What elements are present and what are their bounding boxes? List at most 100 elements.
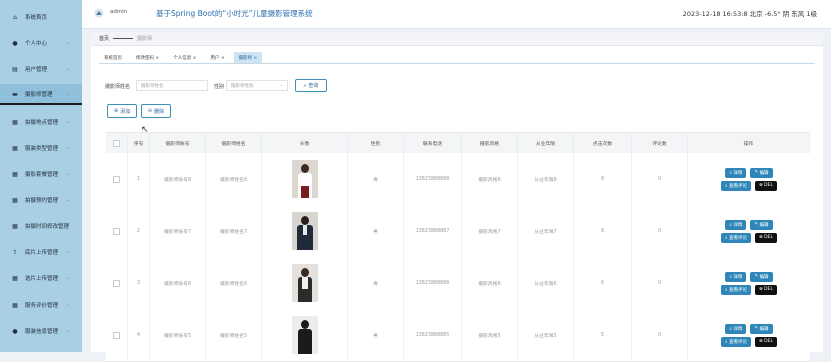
admin-name[interactable]: admin — [110, 9, 127, 15]
cell-phone: 13823888885 — [404, 309, 462, 361]
edit-button[interactable]: ✎ 编辑 — [750, 167, 773, 178]
system-title: 基于Spring Boot的“小时光”儿童摄影管理系统 — [156, 9, 313, 18]
sidebar-item-costume-types[interactable]: ▦ 服装类型管理 ⌄ — [0, 138, 82, 158]
cell-name: 摄影师姓名5 — [206, 309, 262, 361]
chevron-down-icon: ⌄ — [65, 171, 70, 177]
checkbox[interactable] — [113, 331, 120, 339]
table-row: 2 摄影师账号7 摄影师姓名7 男 13823888887 摄影风格7 从业年限… — [106, 205, 810, 258]
photographer-avatar[interactable] — [291, 264, 318, 302]
edit-button[interactable]: ✎ 编辑 — [750, 271, 773, 282]
edit-button[interactable]: ✎ 编辑 — [750, 219, 773, 230]
checkbox[interactable] — [113, 140, 120, 147]
cell-gender: 男 — [348, 309, 404, 361]
row-actions: ⌕ 详情 ✎ 编辑 ⌕ 查看评论 ⊗ DEL — [721, 271, 777, 295]
sidebar-item-label: 个人中心 — [25, 41, 48, 47]
checkbox[interactable] — [113, 279, 120, 287]
checkbox[interactable] — [113, 227, 120, 235]
sidebar-item-label: 摄影师管理 — [25, 92, 53, 98]
del-button[interactable]: ⊗ DEL — [754, 336, 777, 347]
delete-button-label: 删除 — [154, 108, 165, 115]
column-header: 头像 — [262, 133, 348, 154]
sidebar-item-reviews[interactable]: ▦ 服务评价管理 ⌄ — [0, 295, 82, 315]
edit-label: 编辑 — [759, 326, 769, 332]
detail-label: 详情 — [733, 170, 743, 176]
breadcrumb-home[interactable]: 首页 — [99, 35, 109, 42]
add-button[interactable]: ⊕ 添加 — [107, 104, 137, 118]
edit-label: 编辑 — [759, 222, 769, 228]
sidebar-item-packages[interactable]: ▦ 摄影套餐管理 ⌄ — [0, 164, 82, 184]
cell-name: 摄影师姓名8 — [206, 153, 262, 205]
cell-years: 从业年限5 — [518, 309, 574, 361]
del-button[interactable]: ⊗ DEL — [754, 232, 777, 243]
sidebar-item-time-changes[interactable]: ▦ 拍摄时间修改管理 — [0, 216, 82, 236]
sidebar-item-costume-info[interactable]: ● 服装信息管理 ⌄ — [0, 321, 82, 341]
view-reviews-button[interactable]: ⌕ 查看评论 — [721, 180, 751, 191]
cell-avatar — [262, 257, 348, 309]
name-search-input[interactable]: 摄影师姓名 — [136, 80, 208, 91]
view-reviews-button[interactable]: ⌕ 查看评论 — [721, 284, 751, 295]
sidebar-item-photographers[interactable]: ▬ 摄影师管理 ⌄ — [0, 84, 82, 104]
breadcrumb-current: 摄影师 — [137, 36, 153, 42]
detail-button[interactable]: ⌕ 详情 — [725, 323, 747, 334]
cell-index: 3 — [128, 257, 150, 309]
sidebar-item-home[interactable]: ⌂ 系统首页 — [0, 7, 82, 27]
cell-years: 从业年限8 — [518, 153, 574, 205]
photographer-avatar[interactable] — [291, 212, 318, 250]
tab-profile[interactable]: 个人信息 × — [168, 52, 201, 63]
column-header: 序号 — [128, 133, 150, 154]
chevron-down-icon: ⌄ — [65, 197, 70, 203]
del-button[interactable]: ⊗ DEL — [754, 180, 777, 191]
view-reviews-button[interactable]: ⌕ 查看评论 — [721, 336, 751, 347]
cell-account: 摄影师账号5 — [150, 309, 206, 361]
cell-years: 从业年限6 — [518, 257, 574, 309]
del-label: DEL — [764, 235, 773, 240]
query-button[interactable]: ⌕ 查询 — [295, 79, 327, 92]
sidebar-item-selections[interactable]: ▦ 选片上传管理 ⌄ — [0, 268, 82, 288]
checkbox[interactable] — [113, 175, 120, 183]
gender-select[interactable]: 摄影师性别 ⌄ — [226, 80, 288, 91]
tab-bar: 系统首页 修改密码 × 个人信息 × 用户 × 摄影师 × — [99, 52, 266, 63]
cell-clicks: 6 — [574, 257, 632, 309]
sidebar-item-label: 选片上传管理 — [25, 276, 59, 282]
chevron-down-icon: ⌄ — [65, 91, 70, 97]
table-row: 3 摄影师账号6 摄影师姓名6 男 13823888886 摄影风格6 从业年限… — [106, 257, 810, 310]
row-actions: ⌕ 详情 ✎ 编辑 ⌕ 查看评论 ⊗ DEL — [721, 167, 777, 191]
table-header: 序号 摄影师账号 摄影师姓名 头像 性别 联系电话 摄影风格 从业年限 点击次数… — [106, 132, 810, 155]
chevron-down-icon: ⌄ — [65, 328, 70, 334]
cell-years: 从业年限7 — [518, 205, 574, 257]
cell-gender: 男 — [348, 257, 404, 309]
cell-clicks: 5 — [574, 309, 632, 361]
tab-divider — [99, 63, 815, 64]
tab-users[interactable]: 用户 × — [205, 52, 229, 63]
cell-avatar — [262, 309, 348, 361]
chevron-down-icon: ⌄ — [65, 145, 70, 151]
detail-button[interactable]: ⌕ 详情 — [725, 219, 747, 230]
sidebar-item-users[interactable]: ▤ 用户管理 ⌄ — [0, 59, 82, 79]
edit-button[interactable]: ✎ 编辑 — [750, 323, 773, 334]
tab-change-password[interactable]: 修改密码 × — [131, 52, 164, 63]
chevron-down-icon: ⌄ — [65, 40, 70, 46]
sidebar-item-locations[interactable]: ▦ 拍摄地点管理 ⌄ — [0, 112, 82, 132]
column-header: 从业年限 — [518, 133, 574, 154]
delete-button[interactable]: ⊖ 删除 — [141, 104, 171, 118]
detail-button[interactable]: ⌕ 详情 — [725, 167, 747, 178]
view-reviews-button[interactable]: ⌕ 查看评论 — [721, 232, 751, 243]
cell-account: 摄影师账号8 — [150, 153, 206, 205]
sidebar-item-bookings[interactable]: ▦ 拍摄预约管理 ⌄ — [0, 190, 82, 210]
gender-label: 性别 — [214, 84, 225, 90]
tab-home[interactable]: 系统首页 — [99, 52, 127, 63]
row-select-cell — [106, 153, 128, 205]
sidebar-item-profile[interactable]: ● 个人中心 ⌄ — [0, 33, 82, 53]
detail-button[interactable]: ⌕ 详情 — [725, 271, 747, 282]
del-button[interactable]: ⊗ DEL — [754, 284, 777, 295]
column-header: 操作 — [688, 133, 810, 154]
sidebar-item-negatives[interactable]: ⇪ 底片上传管理 ⌄ — [0, 242, 82, 262]
photographer-avatar[interactable] — [291, 316, 318, 354]
main-content: 首页 摄影师 系统首页 修改密码 × 个人信息 × 用户 × 摄影师 × 摄影师… — [91, 32, 823, 362]
header-select-all[interactable] — [106, 133, 128, 154]
photographer-avatar[interactable] — [291, 160, 318, 198]
tab-photographers[interactable]: 摄影师 × — [233, 52, 263, 63]
grid-icon: ▦ — [12, 222, 18, 230]
user-icon: ● — [12, 327, 18, 335]
datetime-weather: 2023-12-18 16:53:8 北京 -6.5° 阴 东风 1级 — [682, 10, 817, 18]
